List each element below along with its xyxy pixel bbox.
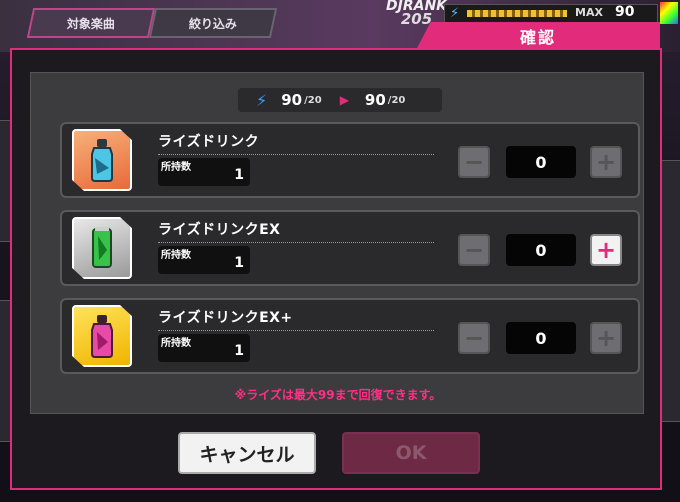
stamina-next: 90 <box>364 91 386 109</box>
dialog-title: 確認 <box>519 28 556 47</box>
rainbow-corner-icon <box>660 2 678 24</box>
can-icon <box>72 217 132 279</box>
bg-tab-label: 対象楽曲 <box>66 16 115 31</box>
lightning-icon: ⚡ <box>256 90 268 110</box>
cancel-button[interactable]: キャンセル <box>178 432 316 474</box>
item-name: ライズドリンク <box>158 134 260 150</box>
increase-button[interactable]: + <box>590 146 622 178</box>
bottle-icon <box>72 129 132 191</box>
owned-value: 1 <box>234 343 244 359</box>
stamina-value: 90 <box>615 4 635 20</box>
decrease-button[interactable]: − <box>458 322 490 354</box>
stamina-max-label: MAX <box>575 6 603 19</box>
bottle-icon <box>72 305 132 367</box>
owned-value: 1 <box>234 255 244 271</box>
owned-label: 所持数 <box>161 162 191 173</box>
decrease-button[interactable]: − <box>458 234 490 266</box>
item-name: ライズドリンクEX+ <box>158 310 293 326</box>
increase-button[interactable]: + <box>590 322 622 354</box>
item-name: ライズドリンクEX <box>158 222 281 238</box>
item-row-rise-drink-ex: ライズドリンクEX 所持数 1 − 0 + <box>60 210 640 286</box>
bg-tab-label: 絞り込み <box>188 16 237 31</box>
stamina-counter: ⚡ 90 /20 ▶ 90 /20 <box>238 88 442 112</box>
stamina-bar: ⚡ MAX 90 <box>444 4 658 24</box>
stamina-next-max: /20 <box>387 94 406 106</box>
confirm-dialog: ⚡ 90 /20 ▶ 90 /20 ライズドリンク 所持数 1 − 0 + ライ… <box>10 48 662 490</box>
owned-label: 所持数 <box>161 338 191 349</box>
item-row-rise-drink-ex-plus: ライズドリンクEX+ 所持数 1 − 0 + <box>60 298 640 374</box>
owned-count-box: 所持数 1 <box>158 246 250 274</box>
dialog-title-tab: 確認 <box>416 22 660 50</box>
recovery-note: ※ライズは最大99まで回復できます。 <box>234 388 442 402</box>
bg-tab-target-songs: 対象楽曲 <box>26 8 156 38</box>
divider <box>158 154 434 155</box>
item-row-rise-drink: ライズドリンク 所持数 1 − 0 + <box>60 122 640 198</box>
ok-button[interactable]: OK <box>342 432 480 474</box>
divider <box>158 242 434 243</box>
lightning-icon: ⚡ <box>450 6 460 21</box>
stamina-fill <box>467 10 567 17</box>
stamina-current-max: /20 <box>304 94 322 106</box>
arrow-right-icon: ▶ <box>339 93 349 107</box>
owned-value: 1 <box>234 167 244 183</box>
quantity-field[interactable]: 0 <box>506 146 576 178</box>
owned-count-box: 所持数 1 <box>158 334 250 362</box>
divider <box>158 330 434 331</box>
quantity-field[interactable]: 0 <box>506 234 576 266</box>
stamina-current: 90 <box>281 91 303 109</box>
owned-label: 所持数 <box>161 250 191 261</box>
increase-button[interactable]: + <box>590 234 622 266</box>
bg-tab-filter: 絞り込み <box>148 8 278 38</box>
owned-count-box: 所持数 1 <box>158 158 250 186</box>
quantity-field[interactable]: 0 <box>506 322 576 354</box>
decrease-button[interactable]: − <box>458 146 490 178</box>
